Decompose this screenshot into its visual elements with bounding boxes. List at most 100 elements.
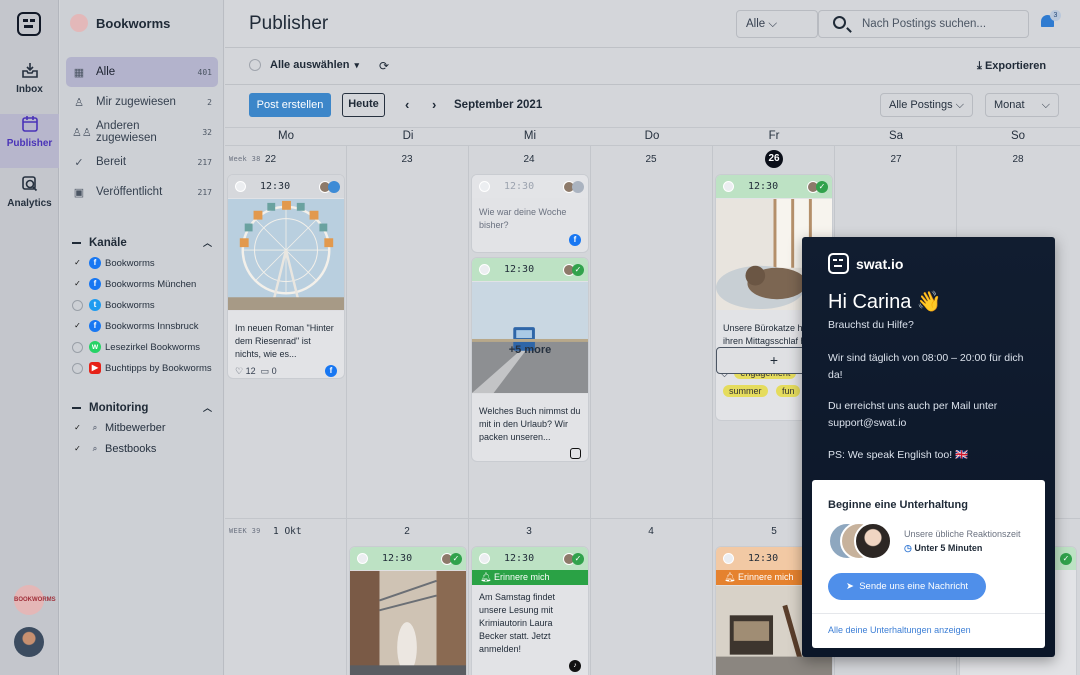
- checkbox[interactable]: [72, 341, 83, 353]
- channel-item[interactable]: ✓ f Bookworms München: [72, 278, 212, 290]
- user-avatar[interactable]: [14, 627, 44, 657]
- youtube-icon: ▶: [89, 362, 101, 374]
- post-card-header: 12:30: [228, 175, 344, 198]
- conversation-title: Beginne eine Unterhaltung: [828, 499, 968, 511]
- checkbox[interactable]: ✓: [72, 423, 83, 434]
- day-number: 28: [1012, 154, 1024, 165]
- channel-item[interactable]: w Lesezirkel Bookworms: [72, 341, 212, 353]
- checkbox[interactable]: ✓: [72, 321, 83, 332]
- clock-icon: ◷: [904, 543, 912, 553]
- sidebar-item-alle[interactable]: ▦ Alle 401: [66, 57, 218, 87]
- sidebar-item-label: Mir zugewiesen: [96, 96, 176, 108]
- weekday-header: So: [1010, 130, 1026, 142]
- channel-item[interactable]: ▶ Buchtipps by Bookworms: [72, 362, 212, 374]
- day-number: 24: [523, 154, 535, 165]
- post-card[interactable]: 12:30 ✓ Welches Buch nimmst du mit in de…: [471, 257, 589, 462]
- export-button[interactable]: ⤓ Exportieren: [977, 60, 1046, 73]
- check-icon: ✓: [74, 156, 84, 169]
- send-message-label: Sende uns eine Nachricht: [859, 581, 969, 592]
- rail-item-publisher[interactable]: Publisher: [0, 114, 59, 168]
- send-message-button[interactable]: ➤ Sende uns eine Nachricht: [828, 573, 986, 600]
- rail-label-inbox: Inbox: [16, 84, 43, 95]
- postings-filter-select[interactable]: Alle Postings ⌵: [880, 93, 973, 117]
- chevron-down-icon: ⌵: [1041, 99, 1050, 111]
- channel-label: Bookworms: [105, 257, 155, 269]
- checkbox[interactable]: [479, 181, 490, 192]
- checkbox[interactable]: [72, 362, 83, 374]
- checkbox[interactable]: [723, 181, 734, 192]
- monitoring-label: Mitbewerber: [105, 422, 166, 434]
- checkbox[interactable]: [249, 59, 261, 71]
- app-logo-icon[interactable]: [17, 12, 41, 36]
- brand-name: swat.io: [856, 255, 904, 272]
- search-input[interactable]: Nach Postings suchen...: [818, 10, 1029, 38]
- export-label: Exportieren: [984, 60, 1047, 72]
- chevron-right-icon[interactable]: ›: [432, 97, 436, 112]
- checkbox[interactable]: [72, 299, 83, 311]
- day-number: 3: [526, 526, 532, 537]
- rail-item-inbox[interactable]: Inbox: [0, 60, 59, 114]
- divider: [225, 145, 1080, 146]
- checkbox[interactable]: ✓: [72, 444, 83, 455]
- today-button[interactable]: Heute: [342, 93, 385, 117]
- post-time: 12:30: [504, 553, 535, 564]
- tag[interactable]: summer: [723, 385, 768, 397]
- sidebar-item-bereit[interactable]: ✓ Bereit 217: [66, 147, 218, 177]
- checkbox[interactable]: [723, 553, 734, 564]
- monitoring-item[interactable]: ✓ ⌕ Mitbewerber: [72, 422, 212, 434]
- app-rail: Inbox Publisher Analytics BOOKWORMS: [0, 0, 59, 675]
- sidebar-item-mir-zugewiesen[interactable]: ♙ Mir zugewiesen 2: [66, 87, 218, 117]
- analytics-icon: [21, 176, 37, 192]
- channels-section-toggle[interactable]: Kanäle ︿: [72, 236, 212, 249]
- ferris-wheel-image: [228, 198, 344, 311]
- refresh-icon[interactable]: ⟳: [379, 59, 389, 73]
- sidebar-item-veroeffentlicht[interactable]: ▣ Veröffentlicht 217: [66, 177, 218, 207]
- sidebar-item-anderen-zugewiesen[interactable]: ♙♙ Anderen zugewiesen 32: [66, 117, 218, 147]
- search-placeholder: Nach Postings suchen...: [862, 18, 987, 30]
- chevron-up-icon: ︿: [202, 238, 212, 248]
- notification-count: 3: [1050, 10, 1061, 21]
- help-hours: Wir sind täglich von 08:00 – 20:00 für d…: [828, 352, 1024, 381]
- sidebar-item-count: 217: [197, 157, 212, 167]
- reminder-label: Erinnere mich: [737, 572, 794, 582]
- post-card[interactable]: 12:30 ✓: [349, 546, 467, 675]
- send-icon: ➤: [845, 581, 854, 592]
- more-posts-link[interactable]: +5 more: [471, 344, 589, 356]
- channel-item[interactable]: t Bookworms: [72, 299, 212, 311]
- view-mode-select[interactable]: Monat ⌵: [985, 93, 1059, 117]
- org-avatar[interactable]: BOOKWORMS: [14, 585, 56, 615]
- chevron-up-icon: ︿: [202, 403, 212, 413]
- weekday-header: Di: [402, 130, 414, 142]
- post-text: Am Samstag findet unsere Lesung mit Krim…: [479, 592, 556, 654]
- org-logo: [70, 14, 88, 32]
- monitoring-item[interactable]: ✓ ⌕ Bestbooks: [72, 443, 212, 455]
- checkbox[interactable]: [235, 181, 246, 192]
- chevron-left-icon[interactable]: ‹: [405, 97, 409, 112]
- checkbox[interactable]: [479, 553, 490, 564]
- channel-item[interactable]: ✓ f Bookworms: [72, 257, 212, 269]
- channel-filter-select[interactable]: Alle ⌵: [736, 10, 818, 38]
- instagram-icon: [570, 448, 581, 459]
- tag[interactable]: fun: [775, 385, 801, 397]
- notifications-button[interactable]: 3: [1041, 10, 1061, 31]
- channel-item[interactable]: ✓ f Bookworms Innsbruck: [72, 320, 212, 332]
- create-post-button[interactable]: Post erstellen: [249, 93, 331, 117]
- monitoring-section-toggle[interactable]: Monitoring ︿: [72, 401, 212, 414]
- post-text: Welches Buch nimmst du mit in den Urlaub…: [479, 406, 581, 442]
- org-switcher[interactable]: Bookworms: [70, 14, 170, 32]
- post-card-header: 12:30 ✓: [716, 175, 832, 198]
- rail-item-analytics[interactable]: Analytics: [0, 174, 59, 228]
- brand: swat.io: [828, 253, 903, 274]
- checkbox[interactable]: ✓: [72, 279, 83, 290]
- post-card[interactable]: 12:30 ✓ 🔔︎ Erinnere mich Am Samstag find…: [471, 546, 589, 675]
- checkbox[interactable]: [357, 553, 368, 564]
- post-card[interactable]: 12:30 Im neuen Roman "Hinter dem Riesenr…: [227, 174, 345, 379]
- all-conversations-link[interactable]: Alle deine Unterhaltungen anzeigen: [828, 625, 971, 635]
- checkbox[interactable]: ✓: [72, 258, 83, 269]
- checkbox[interactable]: [479, 264, 490, 275]
- select-all-dropdown[interactable]: Alle auswählen ▾: [249, 59, 359, 71]
- post-card[interactable]: 12:30 Wie war deine Woche bisher? f: [471, 174, 589, 253]
- sidebar-item-count: 32: [202, 127, 212, 137]
- select-all-label: Alle auswählen: [270, 59, 350, 71]
- post-stats: ♡ 12 ▭ 0 f: [228, 361, 344, 378]
